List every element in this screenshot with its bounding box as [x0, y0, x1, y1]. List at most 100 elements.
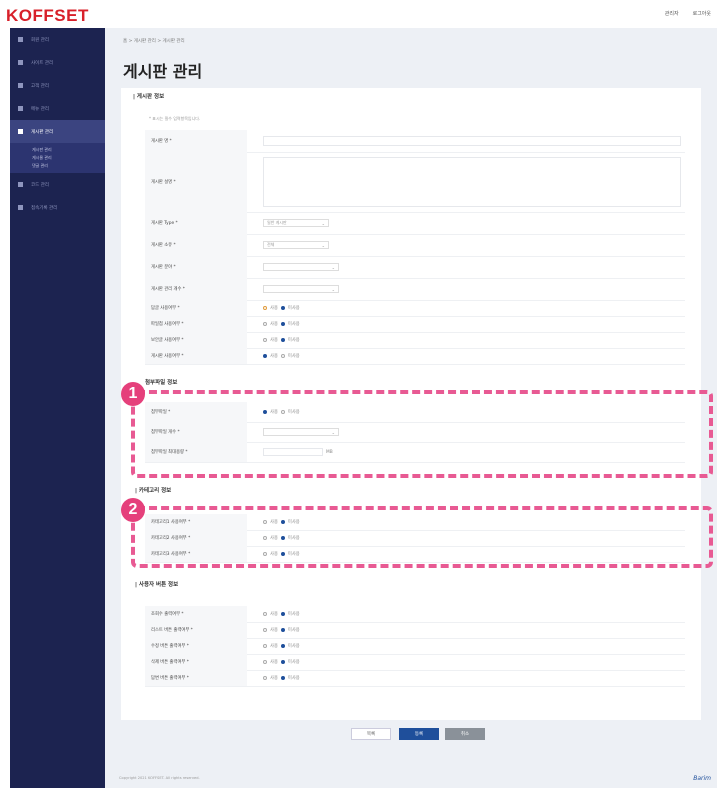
sidebar-item-access-log[interactable]: 접속기록 관리	[10, 196, 105, 219]
board-desc-textarea[interactable]	[263, 157, 681, 207]
radio-use[interactable]	[263, 612, 267, 616]
form-row-board-use: 게시판 사용여부 * 사용 미사용	[145, 348, 685, 365]
chevron-down-icon: ⌄	[331, 264, 335, 270]
save-button[interactable]: 등록	[399, 728, 439, 740]
radio-use[interactable]	[263, 520, 267, 524]
form-row-category1: 카테고리1 사용여부 * 사용 미사용	[145, 514, 685, 531]
chevron-down-icon: ⌄	[321, 220, 325, 226]
radio-use[interactable]	[263, 410, 267, 414]
form-row-category3: 카테고리3 사용여부 * 사용 미사용	[145, 546, 685, 563]
field-label: 삭제 버튼 출력여부 *	[145, 654, 247, 670]
form-row-board-count: 게시판 관리 개수 * ⌄	[145, 278, 685, 301]
field-label: 카테고리2 사용여부 *	[145, 530, 247, 546]
radio-use[interactable]	[263, 354, 267, 358]
form-row-board-field: 게시판 분야 * ⌄	[145, 256, 685, 279]
board-name-input[interactable]	[263, 136, 681, 146]
phone-icon	[18, 83, 23, 88]
radio-not-use[interactable]	[280, 306, 285, 310]
radio-not-use[interactable]	[280, 552, 285, 556]
sidebar-item-customer[interactable]: 고객 관리	[10, 74, 105, 97]
step-badge-2: 2	[121, 498, 145, 522]
form-row-reply: 답글 사용여부 * 사용 미사용	[145, 300, 685, 317]
sidebar-item-code[interactable]: 코드 관리	[10, 173, 105, 196]
radio-not-use[interactable]	[280, 536, 285, 540]
radio-use[interactable]	[263, 322, 267, 326]
field-label: 게시판 Type *	[145, 212, 247, 234]
field-label: 게시판 분야 *	[145, 256, 247, 278]
form-row-board-type: 게시판 Type * 일반 게시판 ⌄	[145, 212, 685, 235]
board-field-select[interactable]: ⌄	[263, 263, 339, 271]
page-title: 게시판 관리	[123, 62, 203, 81]
log-icon	[18, 205, 23, 210]
form-row-attach-count: 첨부파일 개수 * ⌄	[145, 422, 685, 443]
step-badge-1: 1	[121, 382, 145, 406]
attach-size-input[interactable]	[263, 448, 323, 456]
radio-not-use[interactable]	[280, 676, 285, 680]
field-label: 조회수 출력여부 *	[145, 606, 247, 622]
code-icon	[18, 182, 23, 187]
list-button[interactable]: 목록	[351, 728, 391, 740]
radio-use[interactable]	[263, 338, 267, 342]
field-label: 게시판 관리 개수 *	[145, 278, 247, 300]
form-row-board-name: 게시판 명 *	[145, 130, 685, 153]
radio-use[interactable]	[263, 306, 267, 310]
main-content: 홈 > 게시판 관리 > 게시판 관리 게시판 관리 | 게시판 정보 * 표시…	[105, 28, 717, 788]
field-label: 파일첨 사용여부 *	[145, 316, 247, 332]
logout-link[interactable]: 로그아웃	[693, 10, 711, 17]
radio-not-use[interactable]	[280, 644, 285, 648]
section-title-board-info: | 게시판 정보	[133, 94, 165, 100]
attach-count-select[interactable]: ⌄	[263, 428, 339, 436]
submenu-item[interactable]: 게시판 관리	[10, 146, 105, 154]
radio-not-use[interactable]	[280, 520, 285, 524]
field-label: 답변 버튼 출력여부 *	[145, 670, 247, 686]
board-owner-select[interactable]: 전체 ⌄	[263, 241, 329, 249]
field-label: 첨부파일 개수 *	[145, 422, 247, 442]
cancel-button[interactable]: 취소	[445, 728, 485, 740]
radio-use[interactable]	[263, 644, 267, 648]
radio-use[interactable]	[263, 552, 267, 556]
form-row-attach-size: 첨부파일 최대용량 * MB	[145, 442, 685, 463]
radio-use[interactable]	[263, 660, 267, 664]
radio-not-use[interactable]	[280, 322, 285, 326]
board-icon	[18, 129, 23, 134]
sidebar-item-board[interactable]: 게시판 관리	[10, 120, 105, 143]
chevron-down-icon: ⌄	[331, 429, 335, 435]
board-type-select[interactable]: 일반 게시판 ⌄	[263, 219, 329, 227]
sidebar-submenu: 게시판 관리 게시물 관리 댓글 관리	[10, 143, 105, 173]
radio-not-use[interactable]	[280, 410, 285, 414]
radio-not-use[interactable]	[280, 628, 285, 632]
user-label[interactable]: 관리자	[665, 10, 679, 17]
top-header: KOFFSET 관리자 로그아웃	[0, 0, 717, 28]
field-label: 게시판 설명 *	[145, 152, 247, 212]
radio-not-use[interactable]	[280, 612, 285, 616]
radio-use[interactable]	[263, 628, 267, 632]
user-icon	[18, 37, 23, 42]
field-label: 첨부파일 *	[145, 402, 247, 422]
sidebar-item-menu[interactable]: 메뉴 관리	[10, 97, 105, 120]
form-row-category2: 카테고리2 사용여부 * 사용 미사용	[145, 530, 685, 547]
form-row-list-btn: 리스트 버튼 출력여부 * 사용 미사용	[145, 622, 685, 639]
footer-logo: Barim	[693, 775, 711, 782]
field-label: 수정 버튼 출력여부 *	[145, 638, 247, 654]
field-label: 보안글 사용여부 *	[145, 332, 247, 348]
field-label: 게시판 명 *	[145, 130, 247, 152]
radio-not-use[interactable]	[280, 338, 285, 342]
form-row-secret: 보안글 사용여부 * 사용 미사용	[145, 332, 685, 349]
radio-use[interactable]	[263, 676, 267, 680]
form-row-board-desc: 게시판 설명 *	[145, 152, 685, 213]
sidebar: 회원 관리 사이트 관리 고객 관리 메뉴 관리 게시판 관리 게시판 관리 게…	[10, 28, 105, 788]
field-label: 카테고리1 사용여부 *	[145, 514, 247, 530]
radio-not-use[interactable]	[280, 354, 285, 358]
radio-not-use[interactable]	[280, 660, 285, 664]
section-title-attach-info: 첨부파일 정보	[145, 380, 178, 386]
submenu-item[interactable]: 댓글 관리	[10, 162, 105, 170]
field-label: 답글 사용여부 *	[145, 300, 247, 316]
radio-use[interactable]	[263, 536, 267, 540]
sidebar-item-member[interactable]: 회원 관리	[10, 28, 105, 51]
brand-logo[interactable]: KOFFSET	[6, 6, 89, 26]
field-label: 첨부파일 최대용량 *	[145, 442, 247, 462]
submenu-item[interactable]: 게시물 관리	[10, 154, 105, 162]
sidebar-item-site[interactable]: 사이트 관리	[10, 51, 105, 74]
board-count-select[interactable]: ⌄	[263, 285, 339, 293]
field-label: 게시판 소유 *	[145, 234, 247, 256]
